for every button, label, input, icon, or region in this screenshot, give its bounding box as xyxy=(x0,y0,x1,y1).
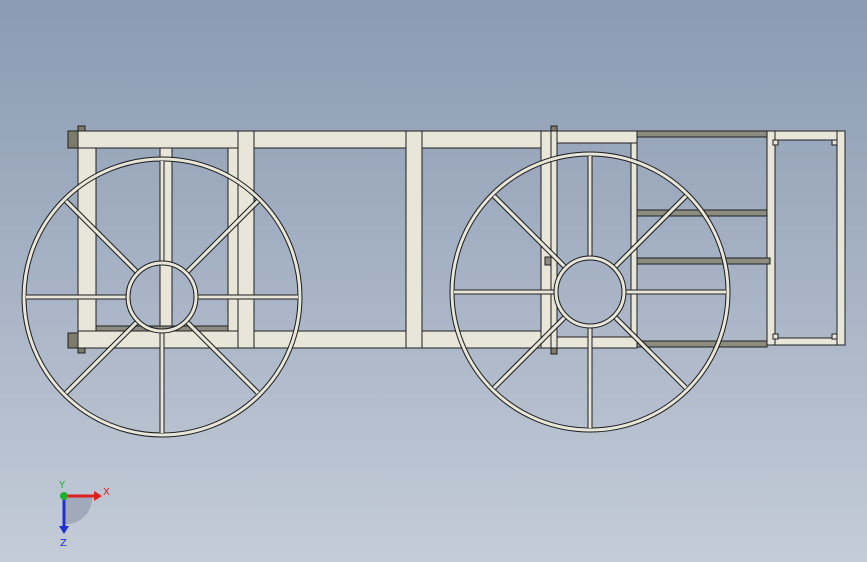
z-axis-label: Z xyxy=(60,538,67,549)
right-wheel-spokes xyxy=(454,156,726,428)
right-wheel[interactable] xyxy=(449,151,731,433)
y-axis-point xyxy=(60,492,68,500)
x-axis-label: X xyxy=(103,487,110,498)
cart-frame-model[interactable]: .fr { fill: #e7e6d8; stroke: #1f1f1f; st… xyxy=(0,0,867,562)
graphics-viewport[interactable]: .fr { fill: #e7e6d8; stroke: #1f1f1f; st… xyxy=(0,0,867,562)
orientation-triad: X Y Z xyxy=(58,480,110,549)
y-axis-label: Y xyxy=(58,480,66,491)
